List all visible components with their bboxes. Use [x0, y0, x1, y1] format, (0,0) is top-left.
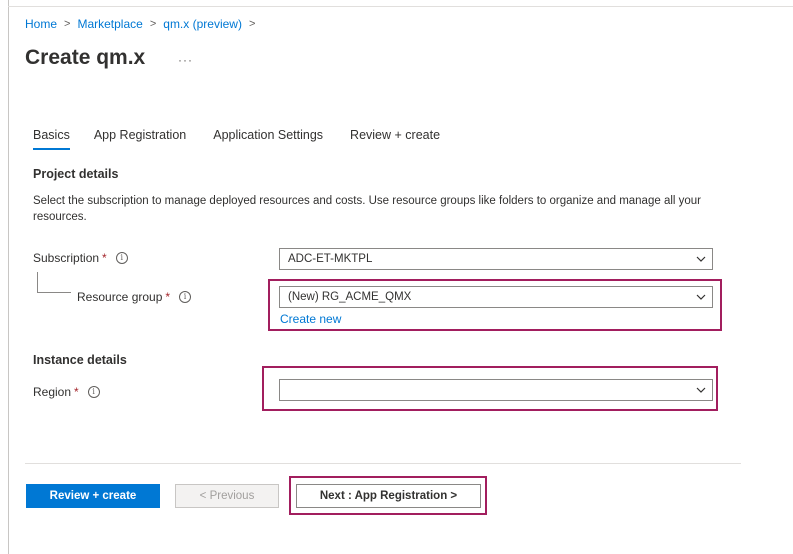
- breadcrumb-preview[interactable]: qm.x (preview): [163, 17, 242, 31]
- region-label-text: Region: [33, 385, 72, 399]
- subscription-dropdown[interactable]: ADC-ET-MKTPL: [279, 248, 713, 270]
- tree-connector: [37, 272, 38, 292]
- breadcrumb-marketplace[interactable]: Marketplace: [77, 17, 142, 31]
- resource-group-label: Resource group * i: [77, 290, 192, 304]
- instance-details-heading: Instance details: [33, 353, 127, 367]
- highlight-box-next: [289, 476, 487, 515]
- breadcrumb-separator: >: [149, 18, 157, 30]
- required-asterisk: *: [102, 251, 107, 265]
- review-create-button[interactable]: Review + create: [26, 484, 160, 508]
- subscription-value: ADC-ET-MKTPL: [288, 253, 373, 265]
- required-asterisk: *: [74, 385, 79, 399]
- subscription-label: Subscription * i: [33, 251, 128, 265]
- chevron-down-icon: [696, 255, 706, 263]
- breadcrumb-home[interactable]: Home: [25, 17, 57, 31]
- tab-basics[interactable]: Basics: [33, 128, 70, 150]
- info-icon[interactable]: i: [87, 386, 100, 398]
- tree-connector: [37, 292, 71, 293]
- wizard-tabs: Basics App Registration Application Sett…: [33, 128, 440, 150]
- info-icon[interactable]: i: [179, 291, 192, 303]
- breadcrumb-separator: >: [64, 18, 71, 30]
- breadcrumb-separator: >: [248, 18, 256, 30]
- resource-group-label-text: Resource group: [77, 290, 163, 304]
- subscription-label-text: Subscription: [33, 251, 100, 265]
- top-border: [8, 6, 793, 7]
- breadcrumb: Home > Marketplace > qm.x (preview) >: [25, 17, 262, 31]
- more-options-icon[interactable]: ···: [178, 53, 193, 67]
- highlight-box-resource-group: [268, 279, 722, 331]
- blade-frame: [8, 0, 793, 554]
- tab-review-create[interactable]: Review + create: [350, 128, 440, 150]
- page-title: Create qm.x: [25, 46, 146, 69]
- tab-application-settings[interactable]: Application Settings: [213, 128, 323, 150]
- region-label: Region * i: [33, 385, 100, 399]
- project-details-heading: Project details: [33, 167, 119, 181]
- required-asterisk: *: [165, 290, 171, 304]
- footer-divider: [25, 463, 741, 464]
- highlight-box-region: [262, 366, 718, 411]
- previous-button[interactable]: < Previous: [175, 484, 279, 508]
- info-icon[interactable]: i: [115, 252, 128, 264]
- tab-app-registration[interactable]: App Registration: [94, 128, 186, 150]
- project-details-description: Select the subscription to manage deploy…: [33, 195, 702, 223]
